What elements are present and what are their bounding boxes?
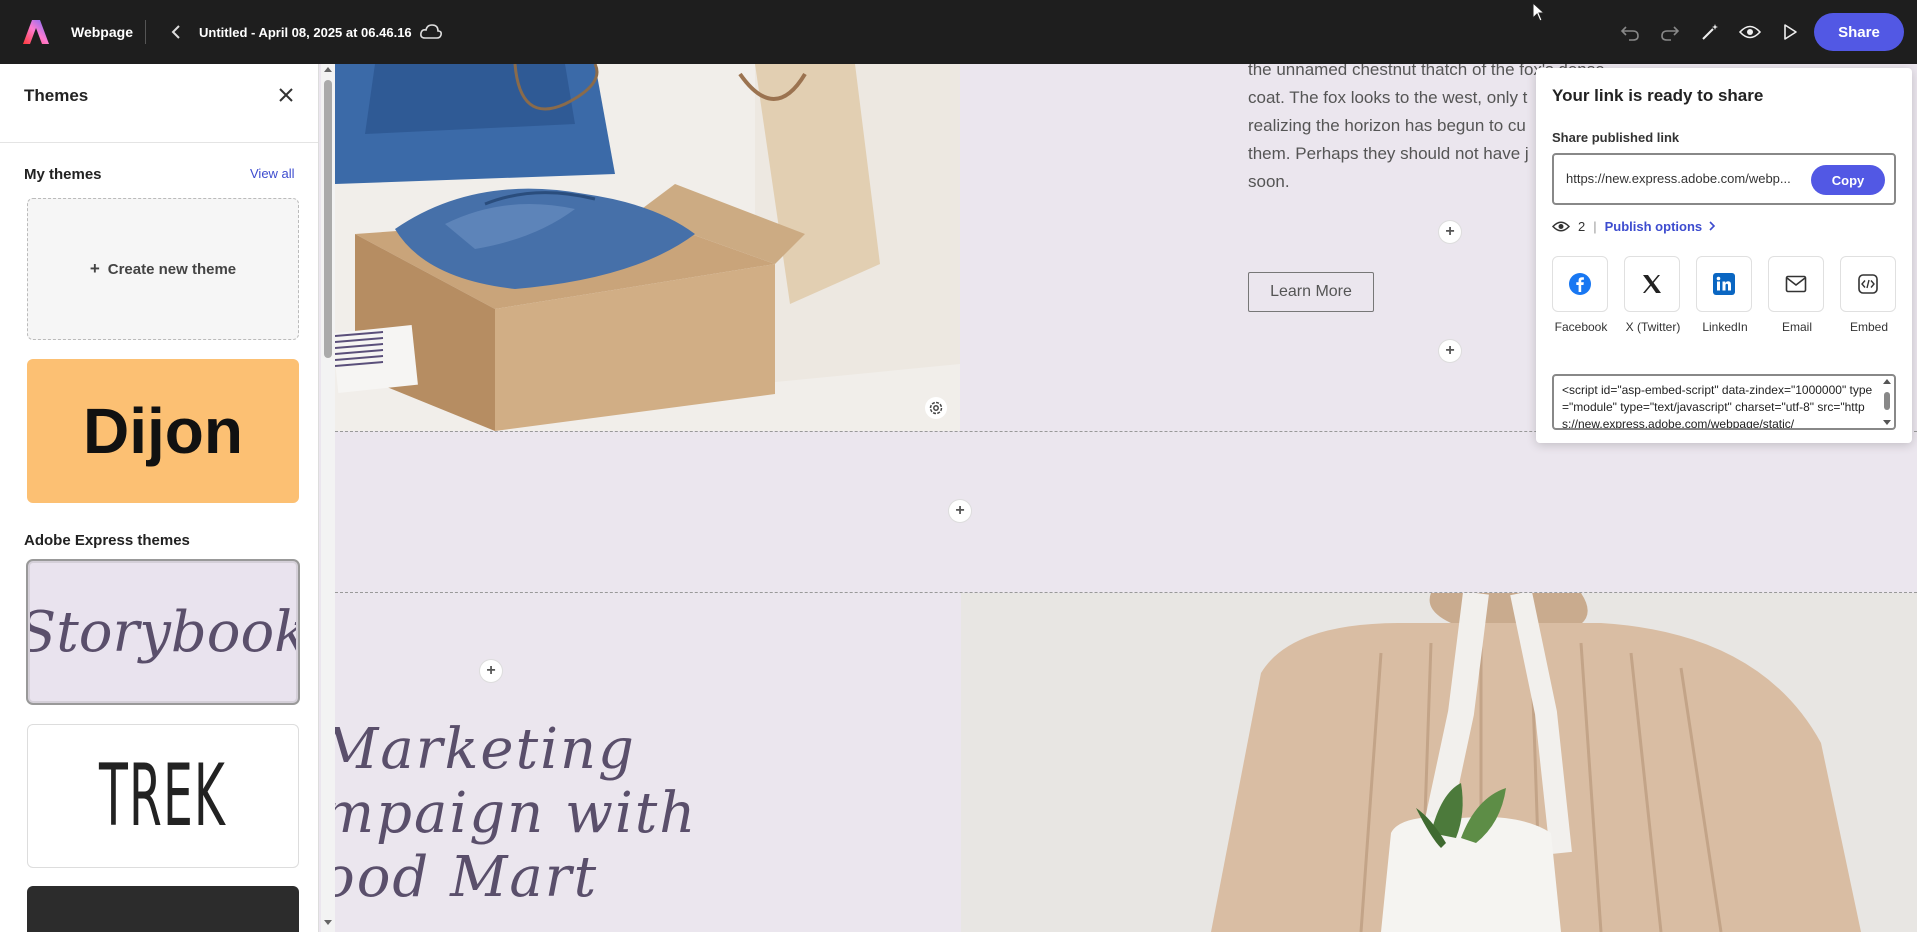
- email-icon[interactable]: [1768, 256, 1824, 312]
- undo-icon[interactable]: [1618, 20, 1642, 44]
- person-illustration: [961, 593, 1917, 932]
- adobe-express-logo-icon[interactable]: [22, 19, 50, 45]
- create-new-theme-label: Create new theme: [107, 260, 237, 278]
- target-label: Email: [1781, 320, 1812, 334]
- document-title[interactable]: Untitled - April 08, 2025 at 06.46.16: [199, 25, 412, 40]
- magic-wand-icon[interactable]: [1698, 20, 1722, 44]
- share-embed[interactable]: Embed: [1840, 256, 1898, 334]
- redo-icon[interactable]: [1658, 20, 1682, 44]
- share-facebook[interactable]: Facebook: [1552, 256, 1610, 334]
- empty-section[interactable]: [335, 432, 1917, 592]
- views-row: 2 | Publish options: [1552, 216, 1717, 236]
- section-title[interactable]: Marketing mpaign with ood Mart: [335, 718, 697, 910]
- add-block-plus-icon[interactable]: +: [1439, 221, 1461, 243]
- panel-title: Themes: [24, 86, 89, 105]
- views-separator: |: [1593, 218, 1597, 234]
- theme-card-trek[interactable]: TREK: [27, 724, 299, 868]
- embed-code-text[interactable]: <script id="asp-embed-script" data-zinde…: [1562, 382, 1880, 428]
- published-link-url[interactable]: https://new.express.adobe.com/webp...: [1566, 171, 1796, 186]
- embed-code-field[interactable]: <script id="asp-embed-script" data-zinde…: [1552, 374, 1896, 430]
- close-icon[interactable]: [277, 86, 295, 104]
- share-targets: Facebook X (Twitter) LinkedIn Email Embe…: [1552, 256, 1904, 336]
- box-illustration: [335, 64, 960, 431]
- add-block-plus-icon[interactable]: +: [480, 660, 502, 682]
- share-button[interactable]: Share: [1814, 13, 1904, 51]
- theme-card-dijon[interactable]: Dijon: [27, 359, 299, 503]
- theme-dijon-label: Dijon: [83, 395, 243, 467]
- theme-storybook-label: Storybook: [27, 599, 299, 665]
- x-twitter-icon[interactable]: [1624, 256, 1680, 312]
- title-line: ood Mart: [335, 845, 599, 910]
- facebook-icon[interactable]: [1552, 256, 1608, 312]
- cloud-sync-icon[interactable]: [419, 22, 443, 42]
- target-label: Facebook: [1554, 320, 1608, 334]
- scroll-up-arrow-icon[interactable]: [324, 66, 332, 74]
- chevron-right-icon[interactable]: [1707, 220, 1717, 232]
- share-linkedin[interactable]: LinkedIn: [1696, 256, 1754, 334]
- panel-divider: [0, 142, 318, 143]
- scroll-down-arrow-icon[interactable]: [324, 918, 332, 926]
- publish-options-link[interactable]: Publish options: [1605, 219, 1703, 234]
- add-section-plus-icon[interactable]: +: [949, 500, 971, 522]
- popover-title: Your link is ready to share: [1552, 86, 1764, 105]
- themes-panel: Themes My themes View all + Create new t…: [0, 64, 319, 932]
- settings-gear-icon[interactable]: [925, 397, 947, 419]
- view-all-link[interactable]: View all: [250, 166, 295, 181]
- target-label: LinkedIn: [1702, 320, 1748, 334]
- theme-card-storybook[interactable]: Storybook: [26, 559, 300, 705]
- share-email[interactable]: Email: [1768, 256, 1826, 334]
- preview-eye-icon[interactable]: [1738, 20, 1762, 44]
- adobe-express-themes-heading: Adobe Express themes: [24, 532, 190, 549]
- learn-more-button[interactable]: Learn More: [1248, 272, 1374, 312]
- copy-link-button[interactable]: Copy: [1811, 165, 1885, 195]
- published-link-field[interactable]: https://new.express.adobe.com/webp... Co…: [1552, 153, 1896, 205]
- play-icon[interactable]: [1778, 20, 1802, 44]
- view-count: 2: [1578, 218, 1586, 234]
- linkedin-icon[interactable]: [1696, 256, 1752, 312]
- title-line: Marketing: [335, 717, 636, 782]
- top-bar: Webpage Untitled - April 08, 2025 at 06.…: [0, 0, 1917, 64]
- my-themes-heading: My themes: [24, 166, 102, 183]
- add-block-plus-icon[interactable]: +: [1439, 340, 1461, 362]
- create-new-theme-button[interactable]: + Create new theme: [27, 198, 299, 340]
- share-popover: Your link is ready to share Share publis…: [1536, 68, 1912, 443]
- views-eye-icon: [1552, 221, 1570, 231]
- target-label: X (Twitter): [1625, 320, 1681, 334]
- target-label: Embed: [1849, 320, 1889, 334]
- person-tote-bag-photo[interactable]: [961, 593, 1917, 932]
- scrollbar-thumb[interactable]: [324, 80, 332, 358]
- embed-icon[interactable]: [1840, 256, 1896, 312]
- toolbar-divider: [145, 20, 146, 44]
- theme-trek-label: TREK: [99, 746, 227, 846]
- product-box-photo[interactable]: [335, 64, 960, 431]
- mouse-cursor-icon: [1532, 2, 1546, 22]
- app-name[interactable]: Webpage: [71, 24, 133, 40]
- embed-scrollbar[interactable]: [1882, 378, 1892, 426]
- share-published-link-label: Share published link: [1552, 130, 1680, 145]
- title-line: mpaign with: [335, 781, 698, 846]
- theme-card-dark[interactable]: [27, 886, 299, 932]
- chevron-left-icon[interactable]: [166, 20, 186, 44]
- plus-icon: +: [89, 259, 100, 278]
- share-x-twitter[interactable]: X (Twitter): [1624, 256, 1682, 334]
